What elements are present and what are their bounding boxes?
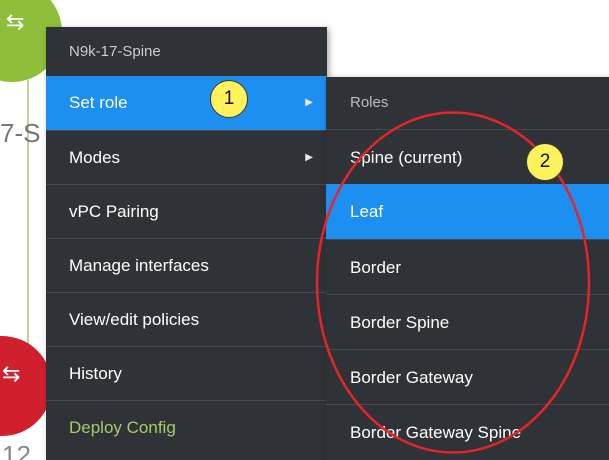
menu-item-modes[interactable]: Modes ▶: [46, 130, 327, 184]
menu-item-label: Set role: [69, 93, 128, 112]
menu-item-label: Manage interfaces: [69, 256, 209, 275]
node-label-border: 12: [2, 440, 31, 460]
menu-item-view-edit-policies[interactable]: View/edit policies: [46, 292, 327, 346]
menu-item-vpc-pairing[interactable]: vPC Pairing: [46, 184, 327, 238]
menu-item-manage-interfaces[interactable]: Manage interfaces: [46, 238, 327, 292]
annotation-badge-2: 2: [526, 143, 564, 181]
menu-item-deploy-config[interactable]: Deploy Config: [46, 400, 327, 454]
menu-item-label: History: [69, 364, 122, 383]
menu-item-label: Deploy Config: [69, 418, 176, 437]
menu-item-label: Modes: [69, 148, 121, 167]
switch-context-menu: N9k-17-Spine Set role ▶ Modes ▶ vPC Pair…: [46, 27, 327, 460]
menu-item-label: vPC Pairing: [69, 202, 159, 221]
menu-item-set-role[interactable]: Set role ▶: [46, 76, 327, 130]
switch-arrows-icon: ⇆: [2, 362, 21, 387]
switch-arrows-icon: ⇆: [6, 10, 25, 35]
menu-item-history[interactable]: History: [46, 346, 327, 400]
annotation-badge-1: 1: [210, 80, 248, 118]
triangle-right-icon: ▶: [305, 152, 313, 163]
triangle-right-icon: ▶: [305, 97, 313, 108]
switch-node-border[interactable]: ⇆: [0, 336, 52, 436]
node-label-spine: 7-S: [0, 118, 41, 148]
menu-item-label: View/edit policies: [69, 310, 200, 329]
menu-header-switch-name: N9k-17-Spine: [69, 43, 161, 60]
topology-canvas: ⇆ 7-S ⇆ 12 N9k-17-Spine Set role ▶ Modes…: [0, 0, 609, 460]
